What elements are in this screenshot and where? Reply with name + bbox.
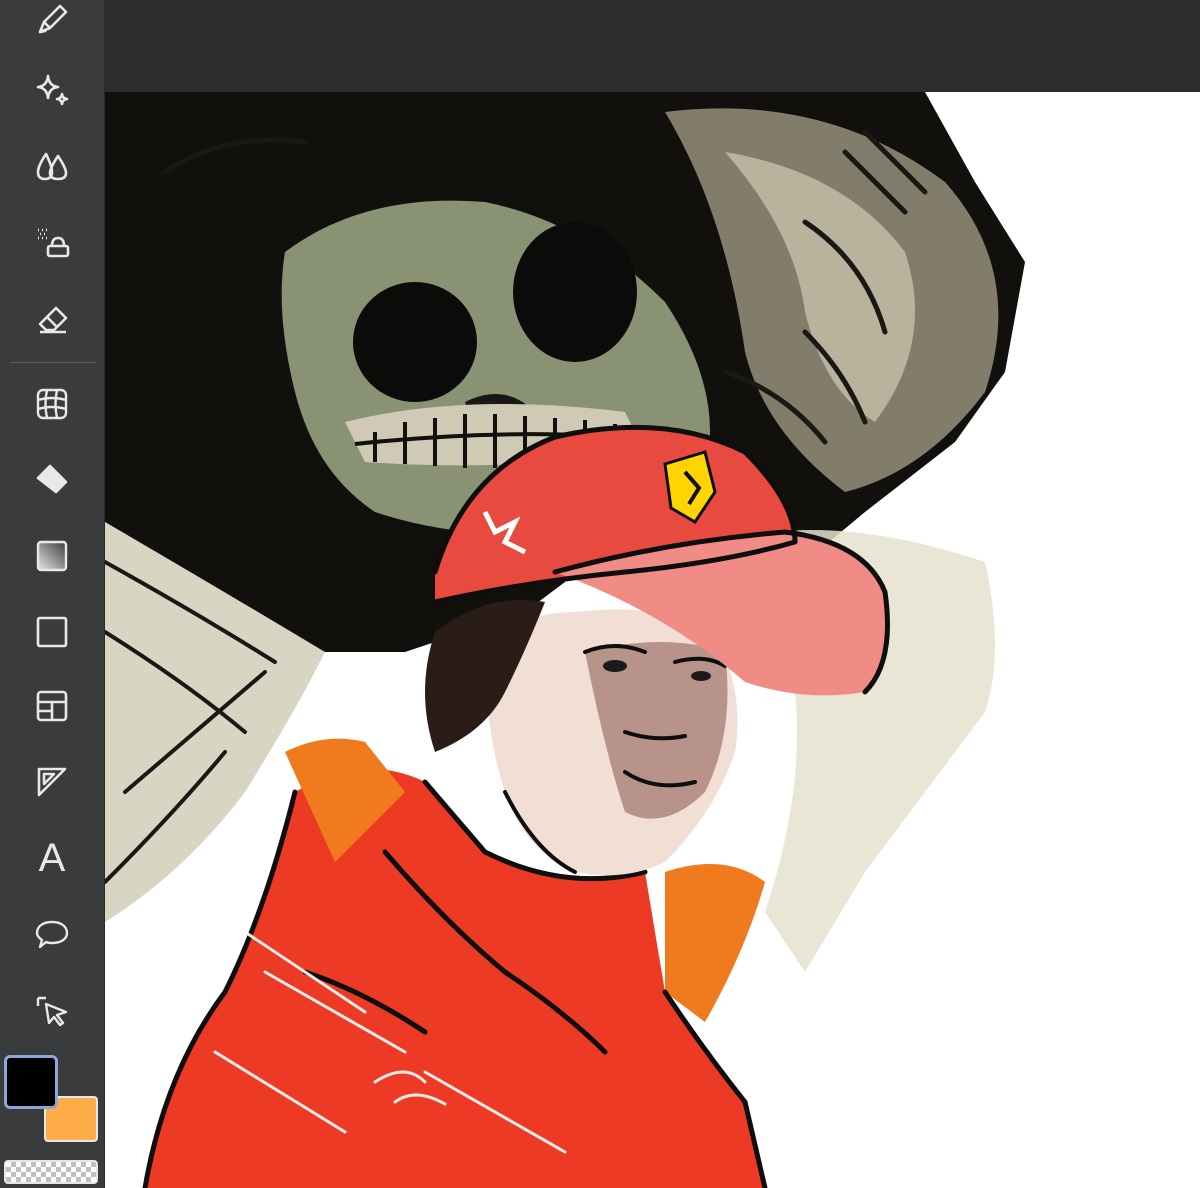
spray-fill-tool-button[interactable] — [26, 216, 78, 268]
triangle-ruler-icon — [37, 767, 67, 797]
top-bar — [105, 0, 1200, 92]
cursor-select-icon — [36, 996, 68, 1027]
drops-icon — [36, 152, 68, 181]
eraser-tool-button[interactable] — [26, 292, 78, 344]
tool-sidebar: A — [0, 0, 105, 1188]
speech-bubble-tool-button[interactable] — [26, 908, 78, 960]
gradient-tool-button[interactable] — [26, 530, 78, 582]
speech-bubble-icon — [35, 920, 69, 949]
select-tool-button[interactable] — [26, 984, 78, 1036]
transparent-color-swatch[interactable] — [4, 1160, 98, 1184]
color-swatches — [0, 1052, 104, 1188]
blur-tool-button[interactable] — [26, 140, 78, 192]
primary-color-swatch[interactable] — [4, 1055, 58, 1109]
transform-tool-button[interactable] — [26, 378, 78, 430]
panel-layout-icon — [36, 690, 68, 722]
artwork-illustration — [105, 92, 1025, 1188]
gradient-icon — [36, 540, 68, 572]
drawing-canvas[interactable] — [105, 92, 1200, 1188]
toolbar-divider — [10, 362, 96, 363]
bucket-icon — [36, 464, 68, 494]
fill-tool-button[interactable] — [26, 454, 78, 506]
sparkle-icon — [36, 74, 69, 106]
grid-transform-icon — [36, 388, 68, 420]
rectangle-icon — [36, 616, 68, 648]
pen-icon — [38, 4, 68, 34]
text-icon: A — [38, 836, 66, 880]
ruler-tool-button[interactable] — [26, 756, 78, 808]
panel-tool-button[interactable] — [26, 680, 78, 732]
text-tool-button[interactable]: A — [26, 832, 78, 884]
pen-tool-button[interactable] — [26, 0, 78, 46]
eraser-icon — [38, 306, 68, 334]
magic-tool-button[interactable] — [26, 64, 78, 116]
shape-tool-button[interactable] — [26, 606, 78, 658]
spray-icon — [38, 228, 70, 258]
